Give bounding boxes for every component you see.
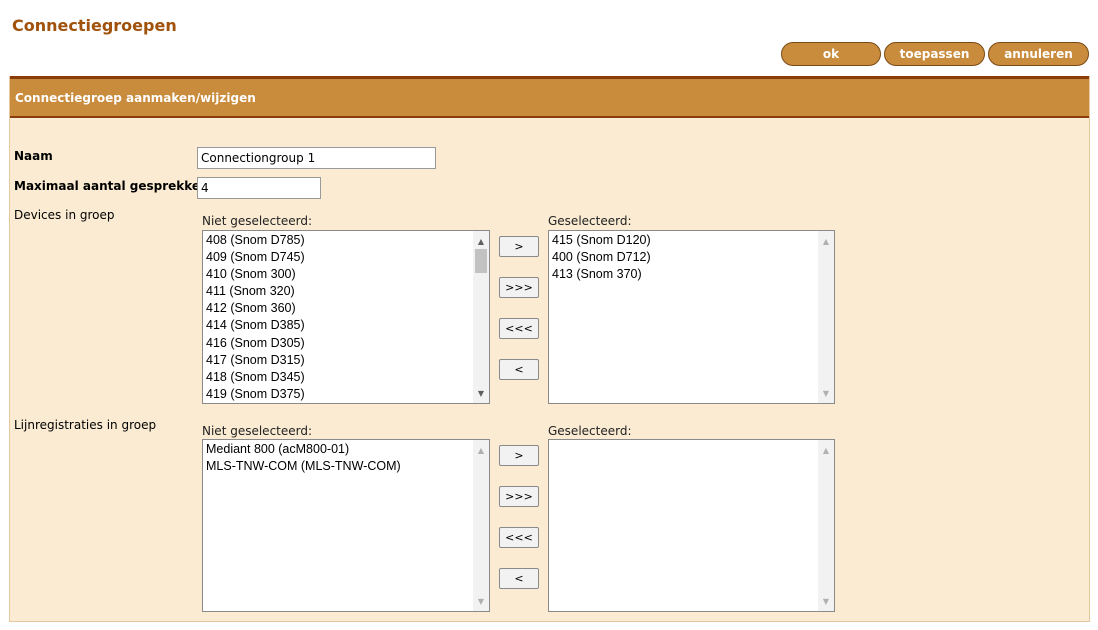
list-item[interactable]: 411 (Snom 320): [206, 283, 305, 300]
devices-unselected-scrollbar[interactable]: ▲ ▼: [473, 231, 489, 403]
devices-label: Devices in groep: [14, 208, 115, 222]
lines-add-button[interactable]: >: [499, 445, 539, 466]
cancel-button[interactable]: annuleren: [988, 42, 1089, 66]
scroll-down-arrow-icon[interactable]: ▼: [473, 385, 489, 401]
form-header: Connectiegroep aanmaken/wijzigen: [10, 76, 1089, 118]
devices-add-button[interactable]: >: [499, 236, 539, 257]
devices-selected-items: 415 (Snom D120) 400 (Snom D712) 413 (Snom …: [552, 232, 651, 283]
list-item[interactable]: 400 (Snom D712): [552, 249, 651, 266]
list-item[interactable]: 419 (Snom D375): [206, 386, 305, 403]
lines-unselected-scrollbar[interactable]: ▲ ▼: [473, 440, 489, 611]
lines-unselected-items: Mediant 800 (acM800-01) MLS-TNW-COM (MLS-…: [206, 441, 401, 475]
devices-unselected-label: Niet geselecteerd:: [202, 214, 313, 228]
list-item[interactable]: 414 (Snom D385): [206, 317, 305, 334]
list-item[interactable]: 416 (Snom D305): [206, 335, 305, 352]
devices-unselected-items: 408 (Snom D785) 409 (Snom D745) 410 (Snom …: [206, 232, 305, 403]
lines-selected-scrollbar[interactable]: ▲ ▼: [818, 440, 834, 611]
lines-remove-button[interactable]: <: [499, 568, 539, 589]
devices-selected-label: Geselecteerd:: [548, 214, 632, 228]
devices-remove-button[interactable]: <: [499, 359, 539, 380]
scroll-up-arrow-icon[interactable]: ▲: [818, 442, 834, 458]
list-item[interactable]: 412 (Snom 360): [206, 300, 305, 317]
lines-add-all-button[interactable]: >>>: [499, 486, 539, 507]
name-field[interactable]: [197, 147, 436, 169]
ok-button[interactable]: ok: [781, 42, 881, 66]
list-item[interactable]: 410 (Snom 300): [206, 266, 305, 283]
list-item[interactable]: 415 (Snom D120): [552, 232, 651, 249]
scroll-up-arrow-icon[interactable]: ▲: [473, 233, 489, 249]
scroll-down-arrow-icon[interactable]: ▼: [818, 385, 834, 401]
list-item[interactable]: 418 (Snom D345): [206, 369, 305, 386]
scrollbar-thumb[interactable]: [475, 249, 487, 273]
page-title: Connectiegroepen: [12, 16, 177, 35]
lines-selected-list[interactable]: ▲ ▼: [548, 439, 835, 612]
scroll-down-arrow-icon[interactable]: ▼: [473, 593, 489, 609]
list-item[interactable]: Mediant 800 (acM800-01): [206, 441, 401, 458]
max-calls-label: Maximaal aantal gesprekken: [14, 179, 209, 193]
devices-selected-list[interactable]: 415 (Snom D120) 400 (Snom D712) 413 (Snom …: [548, 230, 835, 404]
scroll-down-arrow-icon[interactable]: ▼: [818, 593, 834, 609]
lines-unselected-list[interactable]: Mediant 800 (acM800-01) MLS-TNW-COM (MLS-…: [202, 439, 490, 612]
list-item[interactable]: 409 (Snom D745): [206, 249, 305, 266]
list-item[interactable]: MLS-TNW-COM (MLS-TNW-COM): [206, 458, 401, 475]
devices-add-all-button[interactable]: >>>: [499, 277, 539, 298]
name-label: Naam: [14, 149, 53, 163]
devices-unselected-list[interactable]: 408 (Snom D785) 409 (Snom D745) 410 (Snom …: [202, 230, 490, 404]
action-buttons: ok toepassen annuleren: [781, 42, 1089, 66]
form-panel: Connectiegroep aanmaken/wijzigen Naam Ma…: [9, 76, 1090, 622]
max-calls-field[interactable]: [197, 177, 321, 199]
lines-unselected-label: Niet geselecteerd:: [202, 424, 313, 438]
scroll-up-arrow-icon[interactable]: ▲: [473, 442, 489, 458]
list-item[interactable]: 417 (Snom D315): [206, 352, 305, 369]
devices-remove-all-button[interactable]: <<<: [499, 318, 539, 339]
lines-remove-all-button[interactable]: <<<: [499, 527, 539, 548]
scroll-up-arrow-icon[interactable]: ▲: [818, 233, 834, 249]
lines-label: Lijnregistraties in groep: [14, 418, 157, 432]
list-item[interactable]: 408 (Snom D785): [206, 232, 305, 249]
lines-selected-label: Geselecteerd:: [548, 424, 632, 438]
list-item[interactable]: 413 (Snom 370): [552, 266, 651, 283]
apply-button[interactable]: toepassen: [884, 42, 985, 66]
devices-selected-scrollbar[interactable]: ▲ ▼: [818, 231, 834, 403]
